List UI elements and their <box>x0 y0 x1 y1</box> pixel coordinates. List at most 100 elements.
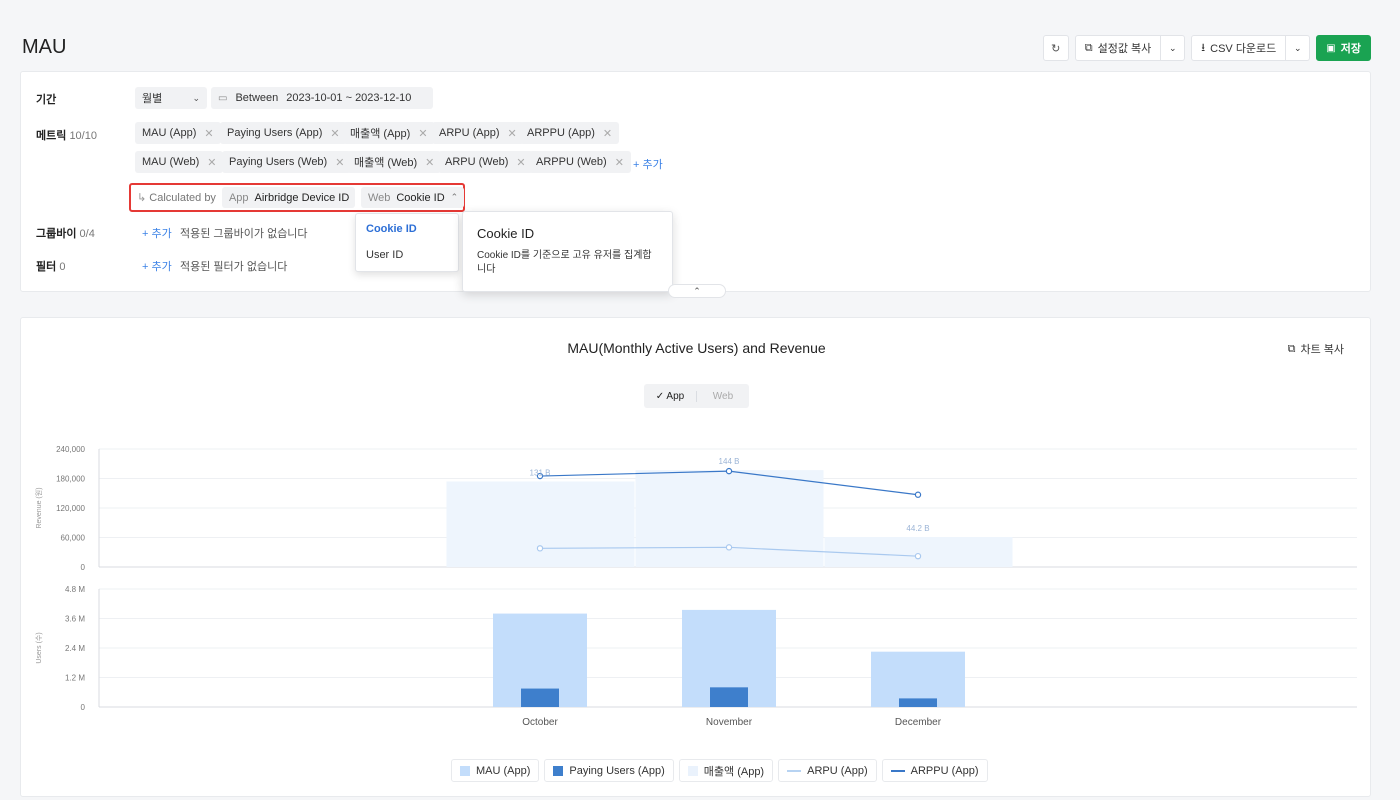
close-icon[interactable]: ✕ <box>418 127 427 140</box>
refresh-icon: ↻ <box>1051 42 1061 55</box>
metric-chip[interactable]: Paying Users (App) ✕ <box>220 122 347 144</box>
metric-chip-label: Paying Users (Web) <box>229 156 328 168</box>
copy-settings-group: ⧉ 설정값 복사 ⌄ <box>1074 35 1186 61</box>
csv-download-button[interactable]: ⭳ CSV 다운로드 <box>1191 35 1287 61</box>
arpu-point <box>536 545 544 552</box>
copy-icon: ⧉ <box>1084 41 1093 54</box>
y-tick-label: 4.8 M <box>65 585 85 594</box>
dropdown-option-user-id[interactable]: User ID <box>366 249 403 261</box>
groupby-empty-text: 적용된 그룹바이가 없습니다 <box>180 228 308 240</box>
close-icon[interactable]: ✕ <box>603 127 612 140</box>
legend-item-arppu[interactable]: ARPPU (App) <box>881 759 988 782</box>
collapse-filters-button[interactable]: ⌃ <box>668 284 726 298</box>
filter-empty-text: 적용된 필터가 없습니다 <box>180 261 288 273</box>
metric-chip-label: MAU (Web) <box>142 156 200 168</box>
revenue-data-label: 131 B <box>530 468 551 477</box>
close-icon[interactable]: ✕ <box>204 127 213 140</box>
y-tick-label: 0 <box>81 703 86 712</box>
top-actions: ↻ ⧉ 설정값 복사 ⌄ ⭳ CSV 다운로드 ⌄ ▣ 저장 <box>1042 35 1371 61</box>
y-tick-label: 0 <box>81 563 86 572</box>
y-tick-label: 1.2 M <box>65 674 85 683</box>
y-tick-label: 2.4 M <box>65 644 85 653</box>
metric-chip[interactable]: 매출액 (Web) ✕ <box>347 151 442 173</box>
groupby-label: 그룹바이 0/4 <box>36 225 95 241</box>
chevron-down-icon: ⌄ <box>192 92 200 103</box>
arppu-point <box>725 467 733 475</box>
close-icon[interactable]: ✕ <box>516 156 525 169</box>
legend-item-mau[interactable]: MAU (App) <box>451 759 540 782</box>
close-icon[interactable]: ✕ <box>508 127 517 140</box>
metric-chip[interactable]: MAU (Web) ✕ <box>135 151 224 173</box>
calculated-by-label: ↳ Calculated by <box>135 191 216 204</box>
close-icon[interactable]: ✕ <box>615 156 624 169</box>
web-id-select[interactable]: Web Cookie ID ⌃ <box>360 187 464 208</box>
granularity-select[interactable]: 월별 ⌄ <box>135 87 207 109</box>
x-tick-label: December <box>895 717 942 728</box>
metric-chip[interactable]: MAU (App) ✕ <box>135 122 221 144</box>
add-filter-button[interactable]: + 추가 <box>142 258 172 274</box>
csv-dropdown-button[interactable]: ⌄ <box>1286 35 1311 61</box>
app-id-key: App <box>228 191 249 204</box>
close-icon[interactable]: ✕ <box>335 156 344 169</box>
revenue-bar <box>446 481 635 567</box>
y-tick-label: 3.6 M <box>65 615 85 624</box>
legend-label: 매출액 (App) <box>703 765 765 778</box>
legend-item-revenue[interactable]: 매출액 (App) <box>678 759 774 782</box>
metric-chip-label: 매출액 (Web) <box>354 157 418 169</box>
y-tick-label: 180,000 <box>56 475 85 484</box>
legend-item-arpu[interactable]: ARPU (App) <box>778 759 877 782</box>
chart-legend: MAU (App) Paying Users (App) 매출액 (App) A… <box>451 759 988 782</box>
metric-chip[interactable]: ARPPU (Web) ✕ <box>529 151 631 173</box>
granularity-value: 월별 <box>142 93 163 105</box>
add-metric-button[interactable]: + 추가 <box>633 156 663 172</box>
paying-users-bar <box>899 698 937 707</box>
tooltip-title: Cookie ID <box>477 226 535 241</box>
chevron-down-icon: ⌄ <box>1294 42 1302 53</box>
close-icon[interactable]: ✕ <box>207 156 216 169</box>
return-arrow-icon: ↳ <box>137 192 147 204</box>
cookie-id-tooltip: Cookie ID Cookie ID를 기준으로 고유 유저를 집계합니다 <box>462 211 673 292</box>
date-range-picker[interactable]: ▭ Between 2023-10-01 ~ 2023-12-10 <box>211 87 433 109</box>
metric-chip[interactable]: ARPU (App) ✕ <box>432 122 524 144</box>
save-button[interactable]: ▣ 저장 <box>1316 35 1371 61</box>
calendar-icon: ▭ <box>218 92 228 104</box>
dropdown-option-cookie-id[interactable]: Cookie ID <box>366 223 417 235</box>
legend-swatch <box>553 765 564 776</box>
revenue-data-label: 44.2 B <box>906 524 929 533</box>
chevron-down-icon: ⌄ <box>1169 42 1177 53</box>
groupby-label-text: 그룹바이 <box>36 228 77 240</box>
x-tick-label: October <box>522 717 558 728</box>
period-label: 기간 <box>36 94 57 106</box>
close-icon[interactable]: ✕ <box>330 127 339 140</box>
legend-label: ARPPU (App) <box>910 764 979 777</box>
arpu-point <box>914 552 922 560</box>
y-axis-title-revenue: Revenue (원) <box>34 487 43 528</box>
metric-chip[interactable]: 매출액 (App) ✕ <box>343 122 435 144</box>
copy-settings-button[interactable]: ⧉ 설정값 복사 <box>1074 35 1162 61</box>
tooltip-description: Cookie ID를 기준으로 고유 유저를 집계합니다 <box>477 250 652 275</box>
app-id-select[interactable]: App Airbridge Device ID <box>221 187 355 208</box>
chevron-up-icon: ⌃ <box>693 285 701 296</box>
close-icon[interactable]: ✕ <box>425 156 434 169</box>
y-tick-label: 240,000 <box>56 445 85 454</box>
metric-chip[interactable]: Paying Users (Web) ✕ <box>222 151 352 173</box>
add-groupby-button[interactable]: + 추가 <box>142 225 172 241</box>
metric-chip[interactable]: ARPU (Web) ✕ <box>438 151 533 173</box>
paying-users-bar <box>710 687 748 707</box>
metric-chip[interactable]: ARPPU (App) ✕ <box>520 122 620 144</box>
copy-settings-dropdown-button[interactable]: ⌄ <box>1161 35 1186 61</box>
refresh-button[interactable]: ↻ <box>1042 35 1069 61</box>
groupby-count: 0/4 <box>79 228 95 240</box>
y-axis-title-users: Users (수) <box>35 632 43 663</box>
legend-swatch <box>460 765 470 776</box>
legend-item-paying-users[interactable]: Paying Users (App) <box>544 759 674 782</box>
revenue-data-label: 144 B <box>719 457 740 466</box>
y-tick-label: 120,000 <box>56 504 85 513</box>
metric-chip-label: ARPU (App) <box>439 127 500 139</box>
filter-label-text: 필터 <box>36 261 57 273</box>
web-id-dropdown: Cookie ID User ID <box>355 213 459 272</box>
calculated-by-text: Calculated by <box>149 192 216 204</box>
y-tick-label: 60,000 <box>61 534 86 543</box>
legend-label: Paying Users (App) <box>569 764 665 777</box>
metrics-label: 메트릭 10/10 <box>36 127 97 143</box>
